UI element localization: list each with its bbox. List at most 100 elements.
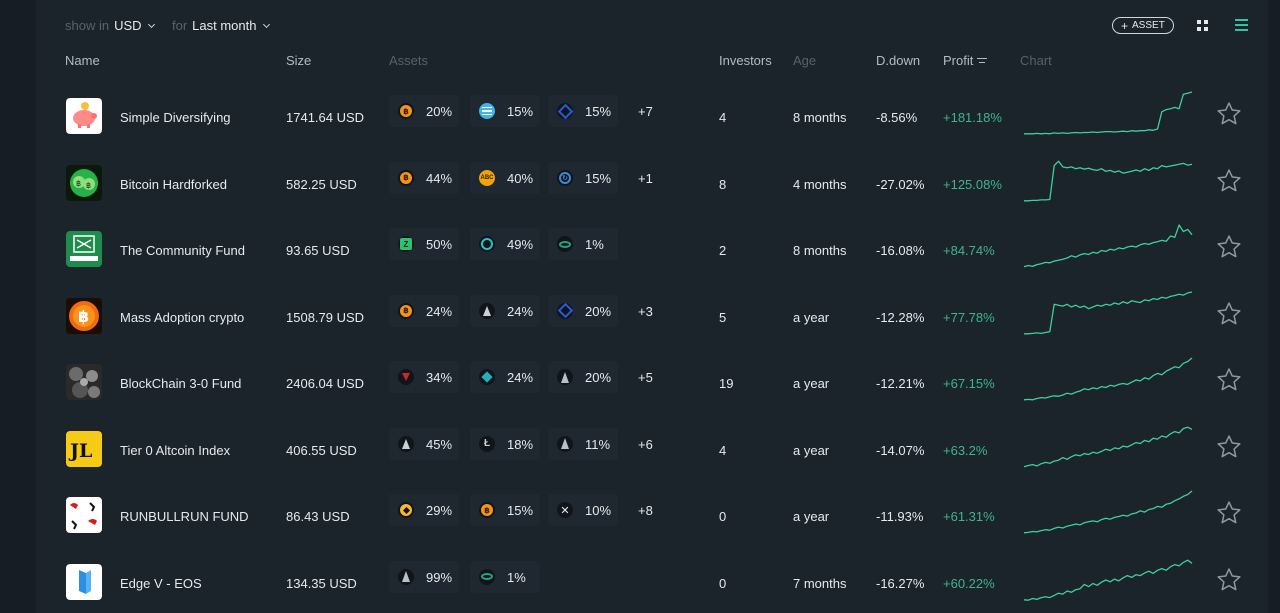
chevron-down-icon xyxy=(147,20,155,28)
right-edge xyxy=(1268,0,1280,613)
investors-count: 0 xyxy=(719,509,727,524)
profit-value: +67.15% xyxy=(943,376,995,391)
investors-count: 4 xyxy=(719,442,727,458)
table-row[interactable]: Simple Diversifying 1741.64 USD ฿ 20% 15%… xyxy=(36,84,1268,150)
favorite-star-icon[interactable] xyxy=(1215,167,1243,195)
investors-count: 2 xyxy=(719,243,727,258)
svg-text:฿: ฿ xyxy=(86,181,91,190)
svg-text:฿: ฿ xyxy=(76,179,81,188)
column-name[interactable]: Name xyxy=(65,53,100,68)
more-assets-count[interactable]: +6 xyxy=(638,437,653,452)
bitcoin-orange-logo: ฿ xyxy=(66,297,102,334)
more-assets-count[interactable]: +7 xyxy=(638,104,653,119)
drawdown-value: -12.28% xyxy=(876,309,925,325)
column-ddown[interactable]: D.down xyxy=(876,53,920,68)
bitcoin-hardfork-logo: ฿฿ xyxy=(66,164,102,201)
portfolio-size: 1508.79 USD xyxy=(286,309,365,325)
bytecoin-coin-icon: ↻ xyxy=(557,169,573,186)
asset-percent: 24% xyxy=(507,370,534,385)
table-row[interactable]: BlockChain 3-0 Fund 2406.04 USD 34% 24% 2… xyxy=(36,350,1268,416)
profit-sparkline xyxy=(1023,224,1193,268)
asset-chip: ↻ 15% xyxy=(548,161,618,194)
portfolio-name[interactable]: BlockChain 3-0 Fund xyxy=(120,376,241,391)
period-filter[interactable]: for Last month xyxy=(172,18,270,33)
svg-text:฿: ฿ xyxy=(78,307,89,326)
asset-chip: 15% xyxy=(548,95,618,127)
tether-coin-icon xyxy=(557,236,573,252)
favorite-star-icon[interactable] xyxy=(1215,499,1243,527)
list-view-icon[interactable] xyxy=(1235,19,1248,31)
portfolio-table-panel: show in USD for Last month + ASSET Name … xyxy=(36,0,1268,613)
favorite-star-icon[interactable] xyxy=(1215,100,1243,128)
asset-chip: 24% xyxy=(470,294,540,327)
column-profit-label: Profit xyxy=(943,53,974,68)
portfolio-size: 134.35 USD xyxy=(286,575,357,591)
portfolio-name[interactable]: Tier 0 Altcoin Index xyxy=(120,443,230,458)
ethereum-coin-icon xyxy=(479,302,495,319)
profit-value: +63.2% xyxy=(943,442,988,458)
currency-filter[interactable]: show in USD xyxy=(65,18,155,33)
portfolio-name[interactable]: Edge V - EOS xyxy=(120,576,202,591)
column-size[interactable]: Size xyxy=(286,53,311,68)
profit-sparkline xyxy=(1024,91,1193,135)
asset-chip: 99% xyxy=(389,560,459,593)
favorite-star-icon[interactable] xyxy=(1215,233,1243,261)
asset-percent: 29% xyxy=(426,503,453,518)
portfolio-name[interactable]: RUNBULLRUN FUND xyxy=(120,509,249,524)
more-assets-count[interactable]: +5 xyxy=(638,370,653,385)
portfolio-age: 8 months xyxy=(793,110,847,125)
zcoin-coin-icon: Z xyxy=(398,236,414,252)
portfolio-name[interactable]: Mass Adoption crypto xyxy=(120,310,244,325)
icon-coin-icon xyxy=(479,236,495,252)
table-row[interactable]: The Community Fund 93.65 USD Z 50% 49% 1%… xyxy=(36,217,1268,283)
asset-chip: Ł 18% xyxy=(470,427,540,460)
ethereum-coin-icon xyxy=(398,435,414,452)
add-asset-button[interactable]: + ASSET xyxy=(1112,17,1174,34)
column-chart: Chart xyxy=(1020,53,1052,68)
binance-coin-icon xyxy=(398,502,414,518)
svg-text:JL: JL xyxy=(68,440,92,462)
show-in-label: show in xyxy=(65,18,110,33)
portfolio-age: 8 months xyxy=(793,243,847,258)
table-row[interactable]: ฿฿ Bitcoin Hardforked 582.25 USD ฿ 44% ABC… xyxy=(36,151,1268,217)
asset-chip: ฿ 20% xyxy=(389,95,459,127)
column-profit[interactable]: Profit xyxy=(943,53,988,68)
investors-count: 5 xyxy=(719,309,727,325)
portfolio-size: 1741.64 USD xyxy=(286,110,365,125)
asset-percent: 18% xyxy=(507,436,534,452)
profit-sparkline xyxy=(1023,426,1193,467)
portfolio-name[interactable]: Bitcoin Hardforked xyxy=(120,177,227,192)
column-age[interactable]: Age xyxy=(793,53,816,68)
table-row[interactable]: RUNBULLRUN FUND 86.43 USD 29% ฿ 15% ✕ 10%… xyxy=(36,483,1268,549)
blockchain-fund-logo xyxy=(66,364,102,400)
asset-chip: 49% xyxy=(470,228,540,260)
period-value: Last month xyxy=(192,18,257,33)
jl-logo: JL xyxy=(66,430,102,467)
asset-chip: 29% xyxy=(389,494,459,526)
portfolio-name[interactable]: The Community Fund xyxy=(120,243,245,258)
asset-percent: 34% xyxy=(426,370,453,385)
profit-sparkline xyxy=(1024,290,1193,334)
portfolio-age: 4 months xyxy=(793,176,847,192)
column-assets: Assets xyxy=(389,53,429,68)
more-assets-count[interactable]: +1 xyxy=(638,171,653,186)
more-assets-count[interactable]: +3 xyxy=(638,304,653,319)
table-row[interactable]: ฿ Mass Adoption crypto 1508.79 USD ฿ 24% 2… xyxy=(36,284,1268,350)
asset-chip: 20% xyxy=(548,294,618,327)
table-row[interactable]: JL Tier 0 Altcoin Index 406.55 USD 45% Ł 1… xyxy=(36,417,1268,483)
asset-chip: 24% xyxy=(470,361,540,393)
favorite-star-icon[interactable] xyxy=(1215,433,1243,461)
portfolio-name[interactable]: Simple Diversifying xyxy=(120,110,231,125)
eos-coin-icon xyxy=(557,435,573,452)
asset-percent: 10% xyxy=(585,503,612,518)
more-assets-count[interactable]: +8 xyxy=(638,503,653,518)
favorite-star-icon[interactable] xyxy=(1215,300,1243,328)
eos-coin-icon xyxy=(557,369,573,385)
favorite-star-icon[interactable] xyxy=(1215,566,1243,594)
favorite-star-icon[interactable] xyxy=(1215,366,1243,394)
table-row[interactable]: Edge V - EOS 134.35 USD 99% 1% 0 7 months -… xyxy=(36,550,1268,613)
column-investors[interactable]: Investors xyxy=(719,53,772,68)
asset-percent: 1% xyxy=(507,569,526,585)
asset-percent: 99% xyxy=(426,569,453,585)
grid-view-icon[interactable] xyxy=(1197,20,1208,31)
